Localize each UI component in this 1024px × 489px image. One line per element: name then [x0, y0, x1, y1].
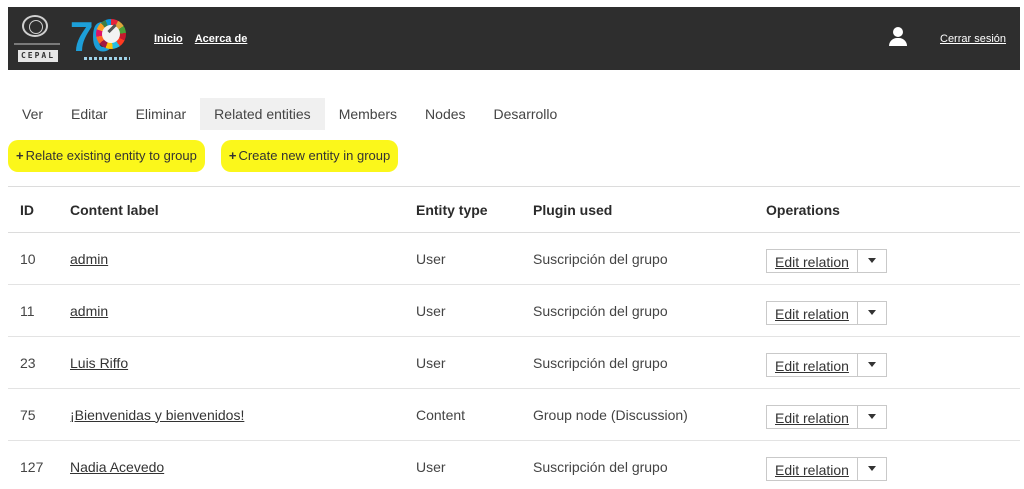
- content-label-link[interactable]: Luis Riffo: [70, 355, 128, 371]
- tab-ver[interactable]: Ver: [8, 98, 57, 130]
- cepal-logo-text: CEPAL: [18, 50, 58, 62]
- un-cepal-logo[interactable]: CEPAL: [14, 13, 60, 65]
- cell-plugin-used: Suscripción del grupo: [533, 440, 766, 489]
- dropdown-toggle-button[interactable]: [858, 406, 886, 428]
- table-row: 11 admin User Suscripción del grupo Edit…: [8, 284, 1020, 337]
- cepal-70-anniversary-logo[interactable]: 70: [70, 15, 132, 65]
- sdg-ring-icon: [96, 19, 126, 49]
- edit-relation-button[interactable]: Edit relation: [767, 405, 858, 428]
- dropdown-toggle-button[interactable]: [858, 458, 886, 480]
- user-icon[interactable]: [888, 27, 908, 49]
- table-row: 10 admin User Suscripción del grupo Edit…: [8, 232, 1020, 285]
- table-row: 23 Luis Riffo User Suscripción del grupo…: [8, 336, 1020, 389]
- table-header-row: ID Content label Entity type Plugin used…: [8, 186, 1020, 233]
- operations-dropbutton: Edit relation: [766, 404, 887, 429]
- operations-dropbutton: Edit relation: [766, 300, 887, 325]
- plus-icon: +: [16, 148, 24, 163]
- table-row: 75 ¡Bienvenidas y bienvenidos! Content G…: [8, 388, 1020, 441]
- edit-relation-button[interactable]: Edit relation: [767, 249, 858, 272]
- edit-relation-button[interactable]: Edit relation: [767, 301, 858, 324]
- tab-desarrollo[interactable]: Desarrollo: [480, 98, 572, 130]
- column-header-operations: Operations: [766, 186, 1020, 233]
- tab-nodes[interactable]: Nodes: [411, 98, 479, 130]
- cell-id: 23: [8, 336, 70, 389]
- caret-down-icon: [867, 310, 876, 315]
- cell-id: 10: [8, 232, 70, 285]
- tab-related-entities[interactable]: Related entities: [200, 98, 325, 130]
- caret-down-icon: [867, 258, 876, 263]
- caret-down-icon: [867, 414, 876, 419]
- cell-id: 11: [8, 284, 70, 337]
- dropdown-toggle-button[interactable]: [858, 354, 886, 376]
- operations-dropbutton: Edit relation: [766, 352, 887, 377]
- tab-members[interactable]: Members: [325, 98, 411, 130]
- column-header-entity-type[interactable]: Entity type: [416, 186, 533, 233]
- cell-entity-type: Content: [416, 388, 533, 441]
- cell-plugin-used: Group node (Discussion): [533, 388, 766, 441]
- caret-down-icon: [867, 466, 876, 471]
- operations-dropbutton: Edit relation: [766, 248, 887, 273]
- cell-id: 127: [8, 440, 70, 489]
- content-label-link[interactable]: admin: [70, 303, 108, 319]
- logout-link[interactable]: Cerrar sesión: [940, 33, 1006, 45]
- plus-icon: +: [228, 148, 237, 163]
- dropdown-toggle-button[interactable]: [858, 250, 886, 272]
- nav-link-acerca-de[interactable]: Acerca de: [195, 33, 248, 45]
- top-header-bar: CEPAL 70 Inicio Acerca de Cerrar sesión: [8, 7, 1020, 70]
- dropdown-toggle-button[interactable]: [858, 302, 886, 324]
- cell-plugin-used: Suscripción del grupo: [533, 284, 766, 337]
- tab-eliminar[interactable]: Eliminar: [122, 98, 201, 130]
- cell-plugin-used: Suscripción del grupo: [533, 336, 766, 389]
- cell-plugin-used: Suscripción del grupo: [533, 232, 766, 285]
- cell-entity-type: User: [416, 336, 533, 389]
- operations-dropbutton: Edit relation: [766, 456, 887, 481]
- tab-editar[interactable]: Editar: [57, 98, 122, 130]
- cell-entity-type: User: [416, 440, 533, 489]
- edit-relation-button[interactable]: Edit relation: [767, 353, 858, 376]
- create-new-entity-link[interactable]: + Create new entity in group: [220, 140, 399, 172]
- content-label-link[interactable]: admin: [70, 251, 108, 267]
- content-label-link[interactable]: ¡Bienvenidas y bienvenidos!: [70, 407, 244, 423]
- edit-relation-button[interactable]: Edit relation: [767, 457, 858, 480]
- caret-down-icon: [867, 362, 876, 367]
- nav-link-inicio[interactable]: Inicio: [154, 33, 183, 45]
- main-nav: Inicio Acerca de: [154, 33, 247, 45]
- cell-entity-type: User: [416, 284, 533, 337]
- action-links: + Relate existing entity to group + Create…: [8, 140, 399, 174]
- cell-id: 75: [8, 388, 70, 441]
- column-header-id[interactable]: ID: [8, 186, 70, 233]
- local-tasks-tabs: Ver Editar Eliminar Related entities Mem…: [8, 98, 571, 130]
- relate-existing-entity-link[interactable]: + Relate existing entity to group: [8, 140, 205, 172]
- column-header-plugin-used[interactable]: Plugin used: [533, 186, 766, 233]
- un-emblem-icon: [22, 15, 48, 37]
- related-entities-table: ID Content label Entity type Plugin used…: [8, 186, 1020, 489]
- content-label-link[interactable]: Nadia Acevedo: [70, 459, 164, 475]
- column-header-content-label[interactable]: Content label: [70, 186, 416, 233]
- cell-entity-type: User: [416, 232, 533, 285]
- table-row: 127 Nadia Acevedo User Suscripción del g…: [8, 440, 1020, 489]
